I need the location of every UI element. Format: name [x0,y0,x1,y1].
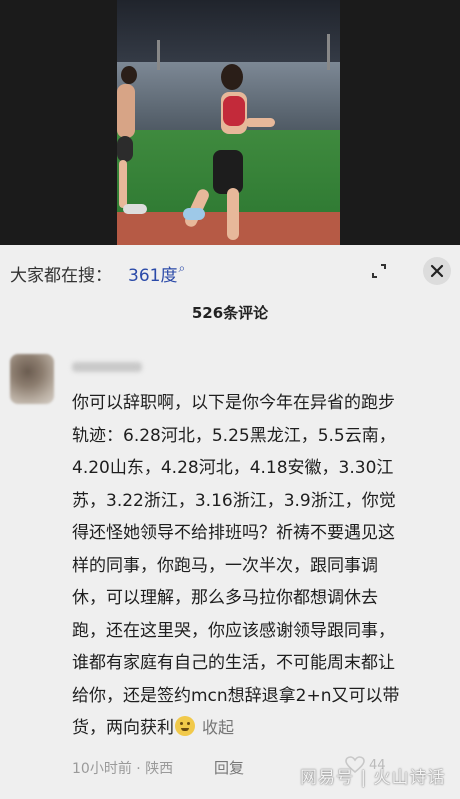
comment-last-line: 货，两向获利 收起 [72,712,452,745]
comment-line: 样的同事，你跑马，一次半次，跟同事调 [72,555,378,576]
comment-line: 跑，还在这里哭，你应该感谢领导跟同事， [72,620,395,641]
comment-line: 休，可以理解，那么多马拉你都想调休去 [72,588,378,608]
trending-search-term-text: 361度 [128,266,178,286]
comment-line: 货，两向获利 [72,718,174,738]
comment-line: 给你，还是签约mcn想辞退拿2+n又可以带 [72,685,400,706]
trending-search-term[interactable]: 361度⌕ [128,261,185,286]
comment-line: 得还怪她领导不给排班吗？祈祷不要遇见这 [72,523,395,543]
close-icon[interactable] [423,257,451,285]
search-icon: ⌕ [178,261,186,275]
comment-text: 你可以辞职啊，以下是你今年在异省的跑步 轨迹：6.28河北，5.25黑龙江，5.… [72,387,452,745]
username-blurred[interactable] [72,362,142,372]
meta-separator: · [136,761,146,777]
comment-time: 10小时前 [72,761,132,777]
emoji-icon [175,716,195,736]
comment-line: 轨迹：6.28河北，5.25黑龙江，5.5云南， [72,425,396,446]
video-player[interactable] [0,0,460,245]
watermark: 网易号 | 火山诗话 [300,768,446,788]
comment-meta: 10小时前 · 陕西 [72,758,173,778]
comment-line: 谁都有家庭有自己的生活，不可能周末都让 [72,653,395,673]
reply-button[interactable]: 回复 [214,757,244,778]
comment-line: 你可以辞职啊，以下是你今年在异省的跑步 [72,393,395,413]
trending-search-label: 大家都在搜： [10,266,112,286]
comment-line: 苏，3.22浙江，3.16浙江，3.9浙江，你觉 [72,490,396,511]
avatar[interactable] [10,354,54,404]
comment-count-title: 526条评论 [191,304,269,322]
video-frame [117,0,340,245]
collapse-button[interactable]: 收起 [202,718,234,737]
comment-line: 4.20山东，4.28河北，4.18安徽，3.30江 [72,458,394,478]
comment-location: 陕西 [145,761,174,777]
expand-icon[interactable] [366,258,392,284]
